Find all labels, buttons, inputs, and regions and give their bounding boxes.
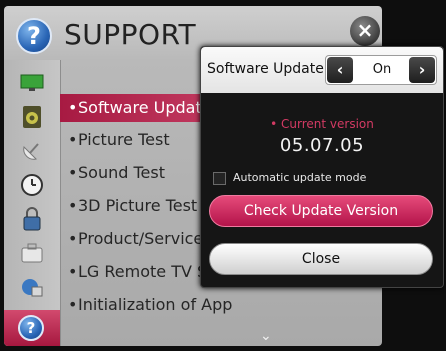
menu-item-label: Picture Test	[78, 130, 170, 149]
menu-item-3d-picture-test[interactable]: •3D Picture Test	[68, 192, 197, 220]
next-arrow-icon[interactable]: ›	[409, 57, 435, 83]
prev-arrow-icon[interactable]: ‹	[327, 57, 353, 83]
menu-item-picture-test[interactable]: •Picture Test	[68, 126, 170, 154]
menu-item-label: Initialization of App	[78, 295, 233, 314]
menu-item-initialization-of-app[interactable]: •Initialization of App	[68, 291, 232, 319]
toolbox-icon[interactable]	[18, 240, 46, 266]
lock-icon[interactable]	[18, 206, 46, 232]
close-icon[interactable]: ×	[350, 16, 380, 46]
tv-icon[interactable]	[18, 70, 46, 96]
scroll-down-icon[interactable]: ⌄	[260, 328, 272, 344]
support-icon: ?	[18, 315, 44, 341]
network-icon[interactable]	[18, 274, 46, 300]
sidebar-item-support[interactable]: ?	[4, 310, 60, 346]
dialog-title: Software Update	[207, 61, 324, 77]
clock-icon[interactable]	[18, 172, 46, 198]
sidebar: ?	[4, 60, 61, 346]
menu-item-label: 3D Picture Test	[78, 196, 198, 215]
current-version-value: 05.07.05	[279, 135, 365, 156]
close-button[interactable]: Close	[209, 243, 433, 275]
auto-update-label: Automatic update mode	[233, 171, 367, 184]
menu-item-software-update[interactable]: •Software Update	[60, 94, 218, 122]
dialog-header: Software Update ‹ On ›	[201, 47, 443, 93]
current-version-label: • Current version	[270, 117, 374, 131]
check-update-button[interactable]: Check Update Version	[209, 195, 433, 227]
speaker-icon[interactable]	[18, 104, 46, 130]
menu-item-label: Sound Test	[78, 163, 165, 182]
auto-update-checkbox[interactable]	[213, 172, 226, 185]
menu-item-sound-test[interactable]: •Sound Test	[68, 159, 165, 187]
help-icon: ?	[16, 18, 52, 54]
software-update-toggle[interactable]: ‹ On ›	[325, 55, 437, 85]
menu-item-label: Software Update	[78, 98, 212, 117]
satellite-icon[interactable]	[18, 138, 46, 164]
page-title: SUPPORT	[64, 18, 197, 51]
toggle-value: On	[372, 62, 392, 77]
software-update-dialog: Software Update ‹ On › • Current version…	[200, 46, 444, 288]
